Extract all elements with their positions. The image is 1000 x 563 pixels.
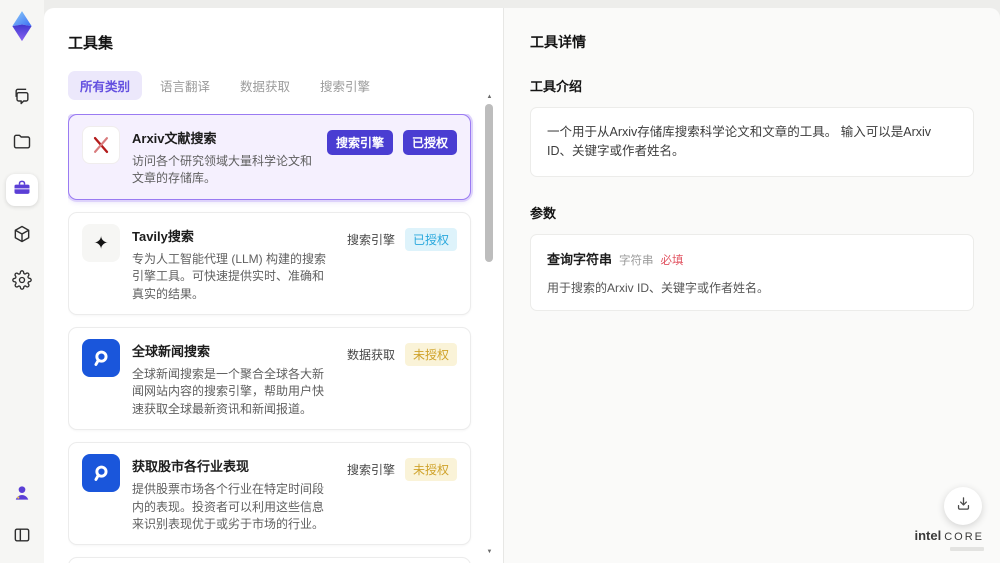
tool-category-label: 搜索引擎 xyxy=(346,463,395,478)
param-description: 用于搜索的Arxiv ID、关键字或作者姓名。 xyxy=(547,280,770,295)
folder-icon xyxy=(12,132,32,157)
scrollbar-down-arrow[interactable]: ▼ xyxy=(486,549,493,555)
tool-list: Arxiv文献搜索 访问各个研究领域大量科学论文和文章的存储库。 搜索引擎 已授… xyxy=(68,114,503,563)
sidebar-item-files[interactable] xyxy=(6,128,38,160)
tool-card[interactable]: 全球新闻搜索 全球新闻搜索是一个聚合全球各大新闻网站内容的搜索引擎，帮助用户快速… xyxy=(68,326,471,431)
news-icon xyxy=(82,454,120,493)
user-avatar-icon xyxy=(12,483,32,508)
intro-box: 一个用于从Arxiv存储库搜索科学论文和文章的工具。 输入可以是Arxiv ID… xyxy=(530,107,974,177)
download-icon xyxy=(955,495,972,517)
tool-title: Arxiv文献搜索 xyxy=(132,131,217,146)
tool-card[interactable]: 获取市场最活跃股票信息 提供当天交易量最高的股票列表，投资者可以利用这些信息来识… xyxy=(68,557,471,563)
param-header: 查询字符串 字符串 必填 xyxy=(547,249,957,269)
tool-category-label: 搜索引擎 xyxy=(346,232,395,247)
tavily-icon: ✦ xyxy=(82,223,120,262)
sidebar-bottom xyxy=(6,479,38,553)
detail-title: 工具详情 xyxy=(530,34,586,50)
intel-logo-subline xyxy=(950,547,984,551)
toolbox-icon xyxy=(12,178,32,203)
tool-auth-badge: 已授权 xyxy=(404,227,457,251)
tab-0[interactable]: 所有类别 xyxy=(68,71,143,100)
tool-title: 全球新闻搜索 xyxy=(132,343,211,359)
content-area: 工具集 所有类别 语言翻译 数据获取 搜索引擎 Arxiv文献搜索 访问各个研究领域大… xyxy=(44,0,1000,563)
tab-2[interactable]: 数据获取 xyxy=(228,71,302,100)
tool-auth-badge: 已授权 xyxy=(402,130,457,155)
tool-category-label: 数据获取 xyxy=(346,347,395,362)
scrollbar-thumb[interactable] xyxy=(485,104,493,262)
app-window: 工具集 所有类别 语言翻译 数据获取 搜索引擎 Arxiv文献搜索 访问各个研究领域大… xyxy=(0,0,1000,563)
tool-list-panel: 工具集 所有类别 语言翻译 数据获取 搜索引擎 Arxiv文献搜索 访问各个研究领域大… xyxy=(44,8,504,563)
tool-category-label: 搜索引擎 xyxy=(326,130,393,155)
tool-card[interactable]: Arxiv文献搜索 访问各个研究领域大量科学论文和文章的存储库。 搜索引擎 已授… xyxy=(68,114,471,200)
sidebar-item-packages[interactable] xyxy=(6,220,38,252)
intro-heading: 工具介绍 xyxy=(530,79,583,94)
intel-core-logo: intel CORE xyxy=(914,528,984,551)
sidebar-item-account[interactable] xyxy=(6,479,38,511)
tool-auth-badge: 未授权 xyxy=(404,458,457,482)
settings-gear-icon xyxy=(12,269,32,295)
param-name: 查询字符串 xyxy=(547,251,613,267)
package-icon xyxy=(12,224,32,249)
sidebar-item-settings[interactable] xyxy=(6,266,38,298)
chat-icon xyxy=(12,86,32,111)
app-logo[interactable] xyxy=(7,10,37,42)
param-type: 字符串 xyxy=(619,254,654,267)
intel-brand-text: intel xyxy=(914,528,942,543)
param-required-badge: 必填 xyxy=(660,254,684,267)
tool-title: Tavily搜索 xyxy=(132,228,194,244)
tool-description: 访问各个研究领域大量科学论文和文章的存储库。 xyxy=(132,154,313,186)
list-scrollbar[interactable]: ▲ ▼ xyxy=(485,94,494,555)
param-box: 查询字符串 字符串 必填 用于搜索的Arxiv ID、关键字或作者姓名。 xyxy=(530,233,974,311)
sidebar-item-collapse[interactable] xyxy=(6,521,38,553)
tool-title: 获取股市各行业表现 xyxy=(132,459,250,475)
sidebar-item-chat[interactable] xyxy=(6,82,38,114)
tool-description: 全球新闻搜索是一个聚合全球各大新闻网站内容的搜索引擎，帮助用户快速获取全球最新资… xyxy=(132,366,325,416)
page-title: 工具集 xyxy=(68,35,114,52)
tool-description: 提供股票市场各个行业在特定时间段内的表现。投资者可以利用这些信息来识别表现优于或… xyxy=(132,482,325,531)
tool-auth-badge: 未授权 xyxy=(404,342,457,366)
category-tabs: 所有类别 语言翻译 数据获取 搜索引擎 xyxy=(68,71,503,100)
sidebar xyxy=(0,0,44,563)
tool-detail-panel: 工具详情 工具介绍 一个用于从Arxiv存储库搜索科学论文和文章的工具。 输入可… xyxy=(504,8,1000,563)
params-heading: 参数 xyxy=(530,205,557,221)
tool-card[interactable]: ✦ Tavily搜索 专为人工智能代理 (LLM) 构建的搜索引擎工具。可快速提… xyxy=(68,211,471,315)
sidebar-nav xyxy=(6,82,38,298)
tab-3[interactable]: 搜索引擎 xyxy=(308,71,382,100)
tool-card[interactable]: 获取股市各行业表现 提供股票市场各个行业在特定时间段内的表现。投资者可以利用这些… xyxy=(68,442,471,546)
core-brand-text: CORE xyxy=(944,531,984,543)
scrollbar-up-arrow[interactable]: ▲ xyxy=(486,94,493,100)
news-icon xyxy=(82,338,120,377)
tab-1[interactable]: 语言翻译 xyxy=(148,71,222,100)
tool-description: 专为人工智能代理 (LLM) 构建的搜索引擎工具。可快速提供实时、准确和真实的结… xyxy=(132,251,327,301)
arxiv-icon xyxy=(82,126,120,164)
sidebar-item-tools[interactable] xyxy=(6,174,38,206)
panel-toggle-icon xyxy=(12,525,32,550)
download-button[interactable] xyxy=(944,487,982,525)
